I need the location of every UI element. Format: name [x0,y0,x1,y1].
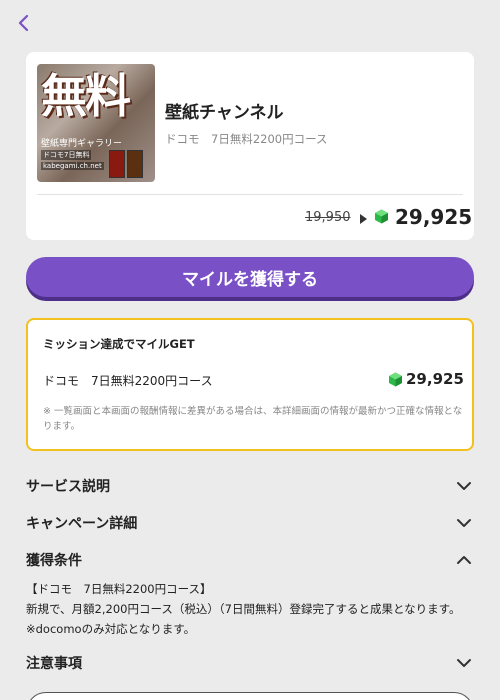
bottom-outline-button[interactable] [26,692,474,700]
section-label: 獲得条件 [26,553,82,569]
conditions-line: 新規で、月額2,200円コース（税込）（7日間無料）登録完了すると成果となります… [26,602,461,616]
section-notes[interactable]: 注意事項 [26,651,474,675]
chevron-down-icon [457,519,471,527]
mission-course: ドコモ 7日無料2200円コース [43,374,213,388]
section-label: キャンペーン詳細 [26,516,138,532]
old-price: 19,950 [305,210,351,225]
thumbnail-headline: 無料 [41,69,131,123]
chevron-down-icon [457,659,471,667]
thumbnail-caption-3: kabegami.ch.net [41,162,104,170]
section-campaign-details[interactable]: キャンペーン詳細 [26,511,474,535]
back-chevron-icon[interactable] [14,12,36,34]
mission-title: ミッション達成でマイルGET [43,337,195,351]
chevron-up-icon [457,556,471,564]
green-gem-icon [375,209,388,224]
section-acquisition-conditions[interactable]: 獲得条件 [26,548,474,572]
offer-thumbnail: 無料 壁紙専門ギャラリー ドコモ7日無料 kabegami.ch.net [37,64,155,182]
thumbnail-caption: 壁紙専門ギャラリー [41,139,123,149]
divider [37,194,463,195]
phone-image [109,150,125,178]
section-label: サービス説明 [26,479,110,495]
green-gem-icon [389,372,402,387]
offer-subtitle: ドコモ 7日無料2200円コース [165,132,328,146]
section-service-description[interactable]: サービス説明 [26,474,474,498]
new-price: 29,925 [395,205,473,229]
conditions-line: ※docomoのみ対応となります。 [26,622,196,636]
section-label: 注意事項 [26,656,82,672]
offer-card: 無料 壁紙専門ギャラリー ドコモ7日無料 kabegami.ch.net 壁紙チ… [26,52,474,240]
get-miles-button[interactable]: マイルを獲得する [26,257,474,297]
thumbnail-caption-2: ドコモ7日無料 [41,150,92,160]
conditions-line: 【ドコモ 7日無料2200円コース】 [26,582,212,596]
chevron-down-icon [457,482,471,490]
phone-image [127,150,143,178]
offer-title: 壁紙チャンネル [165,103,284,123]
arrow-right-icon [360,214,367,224]
mission-note: ※ 一覧画面と本画面の報酬情報に差異がある場合は、本詳細画面の情報が最新かつ正確… [43,406,463,432]
conditions-body: 【ドコモ 7日無料2200円コース】 新規で、月額2,200円コース（税込）（7… [26,579,476,639]
mission-box: ミッション達成でマイルGET ドコモ 7日無料2200円コース 29,925 ※… [26,318,474,451]
mission-price: 29,925 [406,370,464,388]
